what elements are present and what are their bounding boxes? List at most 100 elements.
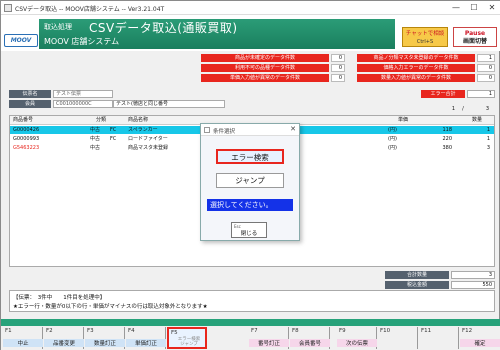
f2-change-code-button[interactable]: F2 品番変更 — [44, 327, 84, 349]
row-qty: 1 — [486, 136, 490, 142]
dialog-close-icon[interactable]: ✕ — [290, 125, 296, 133]
jump-button[interactable]: ジャンプ — [216, 173, 284, 188]
alert-unavailable-label: 利用不可の品種データ件数 — [201, 64, 329, 72]
header-band: 取込処理 CSVデータ取込(通販買取) MOOV 店舗システム — [39, 19, 395, 49]
total-amount-value: 550 — [451, 281, 495, 289]
error-search-button[interactable]: エラー検索 — [216, 149, 284, 164]
close-label: 閉じる — [240, 231, 258, 237]
alert-unconfirmed-label: 商品が未確定のデータ件数 — [201, 54, 329, 62]
row-price: 220 — [442, 136, 452, 142]
fkey-label: 確定 — [460, 339, 500, 347]
dialog-title-bar: 条件選択 ✕ — [201, 124, 299, 136]
pause-label: Pause — [464, 30, 486, 37]
window-title: CSVデータ取込 -- MOOV店舗システム -- Ver3.21.04T — [15, 6, 165, 13]
function-key-bar: F1 中止 F2 品番変更 F3 数量訂正 F4 単価訂正 F5 エラー検索 ジ… — [1, 326, 500, 350]
row-name: 商品マスタ未登録 — [128, 145, 169, 151]
fkey-label: 会員番号 — [290, 339, 330, 347]
f9-next-slip-button[interactable]: F9 次の伝票 — [337, 327, 377, 349]
fkey-label: 数量訂正 — [85, 339, 125, 347]
alert-unregistered-label: 商品ノ分類マスタ未登録のデータ件数 — [357, 54, 475, 62]
page-current: 1 — [451, 106, 455, 112]
f4-price-edit-button[interactable]: F4 単価訂正 — [126, 327, 166, 349]
pause-button[interactable]: Pause 画面切替 — [453, 27, 497, 47]
function-bar-accent — [1, 319, 500, 326]
row-qty: 1 — [486, 127, 490, 133]
close-button[interactable]: ✕ — [485, 2, 499, 14]
row-price: 118 — [442, 127, 452, 133]
dialog-message: 選択してください。 — [207, 199, 293, 211]
minimize-button[interactable]: — — [449, 2, 463, 14]
col-qty: 数量 — [472, 117, 483, 123]
dialog-close-button[interactable]: Esc 閉じる — [231, 222, 267, 238]
fkey-number: F12 — [462, 328, 473, 334]
fkey-label: 単価訂正 — [126, 339, 166, 347]
col-name: 商品名称 — [128, 117, 149, 123]
f12-confirm-button[interactable]: F12 確定 — [460, 327, 500, 349]
row-cat2: FC — [110, 136, 117, 142]
row-code: G0000993 — [13, 136, 40, 142]
title-bar: CSVデータ取込 -- MOOV店舗システム -- Ver3.21.04T — … — [1, 1, 500, 15]
fkey-label: 番号訂正 — [249, 339, 289, 347]
row-qty: 3 — [486, 145, 490, 151]
error-total-label: エラー合計 — [421, 90, 465, 98]
f3-qty-edit-button[interactable]: F3 数量訂正 — [85, 327, 125, 349]
fkey-number: F11 — [421, 328, 432, 334]
condition-select-dialog: 条件選択 ✕ エラー検索 ジャンプ 選択してください。 Esc 閉じる — [200, 123, 300, 241]
fkey-number: F9 — [339, 328, 346, 334]
fkey-number: F2 — [46, 328, 53, 334]
alert-unregistered-value: 1 — [477, 54, 495, 62]
alert-unavailable-value: 0 — [331, 64, 345, 72]
member-code-field[interactable]: C001000000C — [53, 100, 113, 108]
row-cat1: 中古 — [90, 145, 101, 151]
total-qty-label: 合計数量 — [385, 271, 449, 279]
row-unit: (円) — [388, 127, 397, 133]
alert-qty-label: 数量入力値が異常のデータ件数 — [357, 74, 475, 82]
row-name: スペランカー — [128, 127, 158, 133]
row-code-error: G5463223 — [13, 145, 40, 151]
fkey-label: 品番変更 — [44, 339, 84, 347]
fkey-number: F8 — [292, 328, 299, 334]
alert-price-error-value: 0 — [477, 64, 495, 72]
process-label: 取込処理 — [44, 23, 72, 31]
page-separator: / — [462, 106, 464, 112]
f8-member-number-button[interactable]: F8 会員番号 — [290, 327, 330, 349]
pause-sub-label: 画面切替 — [462, 38, 487, 45]
error-total-value: 1 — [467, 90, 495, 98]
chat-consult-button[interactable]: チャットで相談 Ctrl+S — [402, 27, 448, 47]
f10-button[interactable]: F10 — [378, 327, 418, 349]
app-icon — [4, 4, 12, 12]
slip-name-field[interactable]: テスト伝票 — [53, 90, 113, 98]
row-unit: (円) — [388, 136, 397, 142]
dialog-body: エラー検索 ジャンプ 選択してください。 Esc 閉じる — [201, 136, 299, 240]
f1-cancel-button[interactable]: F1 中止 — [3, 327, 43, 349]
alert-qty-value: 0 — [477, 74, 495, 82]
fkey-number: F10 — [380, 328, 391, 334]
member-name-field: テスト(徳店と同じ番号 — [113, 100, 225, 108]
col-price: 単価 — [398, 117, 409, 123]
status-line-2: ★エラー行・数量が0以下の行・単価がマイナスの行は取込対象外となります★ — [13, 304, 208, 310]
row-cat1: 中古 — [90, 136, 101, 142]
f7-number-edit-button[interactable]: F7 番号訂正 — [249, 327, 289, 349]
f11-button[interactable]: F11 — [419, 327, 459, 349]
fkey-label: 中止 — [3, 339, 43, 347]
row-unit: (円) — [388, 145, 397, 151]
alert-unitprice-value: 0 — [331, 74, 345, 82]
alert-price-error-label: 価格入力エラーのデータ件数 — [357, 64, 475, 72]
app-window: CSVデータ取込 -- MOOV店舗システム -- Ver3.21.04T — … — [0, 0, 500, 350]
member-label: 会員 — [9, 100, 51, 108]
maximize-button[interactable]: ☐ — [467, 2, 481, 14]
chat-shortcut: Ctrl+S — [416, 39, 434, 45]
row-cat2: FC — [110, 127, 117, 133]
page-total: 3 — [485, 106, 489, 112]
fkey-number: F4 — [128, 328, 135, 334]
status-info: 【伝票： 3件中 1件目を処理中】 ★エラー行・数量が0以下の行・単価がマイナス… — [9, 290, 495, 312]
fkey-number: F5 — [171, 330, 178, 336]
dialog-title: 条件選択 — [213, 129, 236, 135]
page-title: CSVデータ取込(通販買取) — [89, 21, 238, 35]
f5-error-search-button[interactable]: F5 エラー検索 ジャンプ — [167, 327, 207, 349]
slip-name-label: 伝票名 — [9, 90, 51, 98]
total-qty-value: 3 — [451, 271, 495, 279]
row-cat1: 中古 — [90, 127, 101, 133]
fkey-sub-label: エラー検索 ジャンプ — [177, 337, 201, 347]
col-code: 商品番号 — [13, 117, 34, 123]
